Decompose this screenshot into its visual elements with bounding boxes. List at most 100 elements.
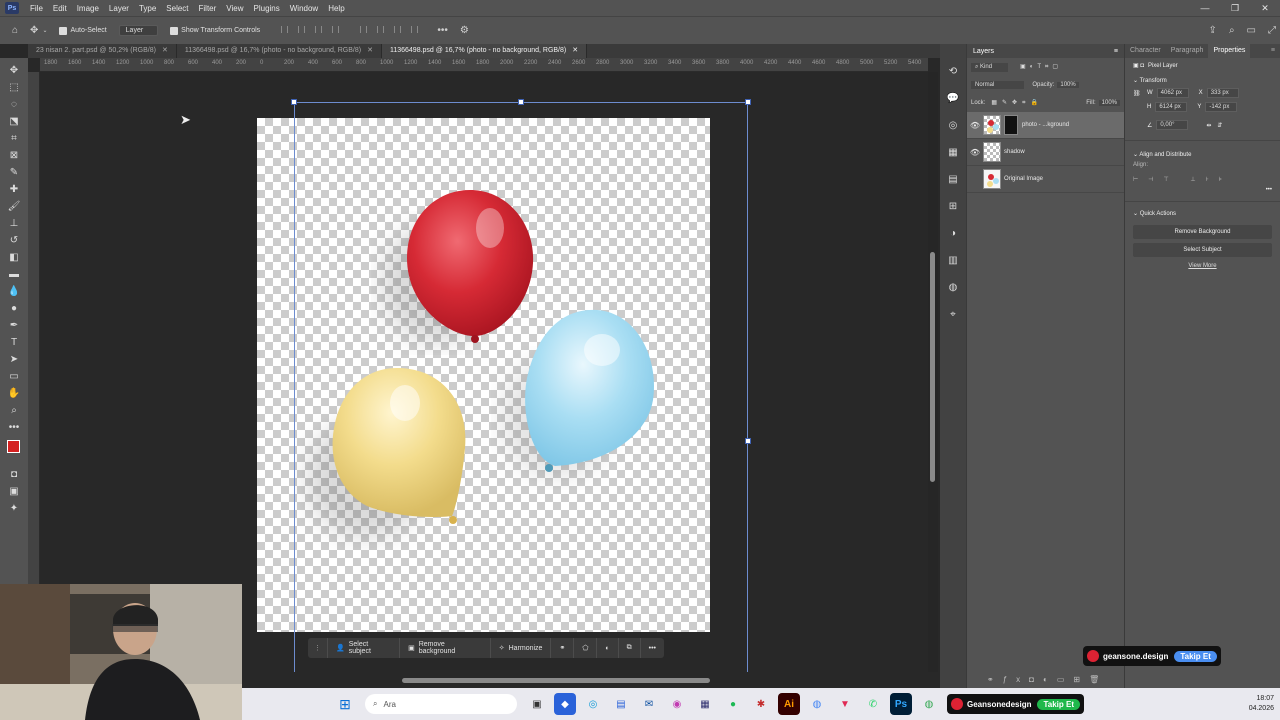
healing-brush-tool-icon[interactable]: ✚	[4, 181, 24, 198]
tab-paragraph[interactable]: Paragraph	[1166, 44, 1209, 58]
document-tab-1[interactable]: 23 nisan 2. part.psd @ 50,2% (RGB/8) ✕	[28, 44, 177, 58]
libraries-icon[interactable]: ▥	[943, 247, 963, 274]
layer-row[interactable]: Original Image	[967, 166, 1124, 193]
layer-row[interactable]: 👁 shadow	[967, 139, 1124, 166]
menu-filter[interactable]: Filter	[194, 4, 222, 13]
marquee-tool-icon[interactable]: ⬚	[4, 79, 24, 96]
transform-icon[interactable]: ⬠	[573, 638, 596, 658]
comments-icon[interactable]: 💬	[943, 85, 963, 112]
instagram-icon[interactable]: ◉	[666, 693, 688, 715]
taskbar-follow-button[interactable]: Takip Et	[1037, 698, 1080, 710]
store-app-icon[interactable]: ◆	[554, 693, 576, 715]
width-field[interactable]: 4062 px	[1156, 88, 1189, 98]
tab-properties[interactable]: Properties	[1208, 44, 1251, 58]
adjustments-icon[interactable]: ◑	[943, 220, 963, 247]
blend-mode-dropdown[interactable]: Normal	[971, 81, 1025, 89]
workspace-icon[interactable]: ▭	[1247, 25, 1256, 36]
select-subject-button[interactable]: Select Subject	[1133, 243, 1272, 257]
channels-icon[interactable]: ◍	[943, 274, 963, 301]
close-icon[interactable]: ✕	[572, 47, 578, 54]
illustrator-icon[interactable]: Ai	[778, 693, 800, 715]
transform-bounding-box[interactable]	[291, 99, 751, 672]
close-icon[interactable]: ✕	[162, 47, 168, 54]
transform-section-header[interactable]: ⌄ Transform	[1125, 73, 1280, 88]
move-tool-icon[interactable]: ✥	[4, 62, 24, 79]
menu-type[interactable]: Type	[134, 4, 161, 13]
generate-icon[interactable]: ✦	[4, 500, 24, 517]
menu-image[interactable]: Image	[72, 4, 104, 13]
gradients-icon[interactable]: ▤	[943, 166, 963, 193]
scrollbar-thumb[interactable]	[930, 252, 935, 482]
align-right-icon[interactable]	[315, 26, 323, 33]
frame-tool-icon[interactable]: ⊠	[4, 147, 24, 164]
align-left-icon[interactable]	[281, 26, 289, 33]
search-icon[interactable]: ⌕	[1229, 25, 1235, 36]
scrollbar-thumb[interactable]	[402, 678, 710, 683]
spotify-icon[interactable]: ●	[722, 693, 744, 715]
flip-icons[interactable]: ⇹⇵	[1206, 122, 1228, 129]
document-tab-3-active[interactable]: 11366498.psd @ 16,7% (photo - no backgro…	[381, 44, 588, 58]
opacity-field[interactable]: 100%	[1057, 82, 1079, 88]
history-icon[interactable]: ⟲	[943, 58, 963, 85]
blur-tool-icon[interactable]: 💧	[4, 283, 24, 300]
expand-icon[interactable]: ⤢	[1268, 25, 1276, 36]
taskbar-search[interactable]: ⌕ Ara	[365, 694, 517, 714]
link-icon[interactable]: ⛓	[1133, 90, 1143, 97]
rectangle-tool-icon[interactable]: ▭	[4, 368, 24, 385]
height-field[interactable]: 6124 px	[1155, 102, 1188, 112]
filter-kind-dropdown[interactable]: ⌕ Kind	[971, 62, 1009, 72]
align-middle-icon[interactable]	[377, 26, 385, 33]
eraser-tool-icon[interactable]: ◧	[4, 249, 24, 266]
lock-icons[interactable]: ▦✎✥⌗🔒	[991, 99, 1043, 107]
menu-view[interactable]: View	[221, 4, 248, 13]
tab-character[interactable]: Character	[1125, 44, 1166, 58]
canvas-workspace[interactable]: ➤ ⋮ 👤 Select subject ▣ Remove background ✧…	[40, 72, 928, 672]
filter-icons[interactable]: ▣◐T⌗▢	[1020, 63, 1062, 71]
move-tool-icon[interactable]: ✥	[30, 25, 38, 36]
windows-start-icon[interactable]: ⊞	[334, 693, 356, 715]
foreground-color-swatch[interactable]	[7, 440, 20, 453]
align-bottom-icon[interactable]	[394, 26, 402, 33]
y-field[interactable]: -142 px	[1205, 102, 1238, 112]
outlook-icon[interactable]: ✉	[638, 693, 660, 715]
layer-row[interactable]: 👁 photo - ...kground	[967, 112, 1124, 139]
auto-select-target-dropdown[interactable]: Layer	[118, 25, 159, 36]
pocket-icon[interactable]: ▼	[834, 693, 856, 715]
align-icons[interactable]: ⊢⊣⊤ ⊥⊦⊧	[1125, 172, 1280, 187]
drag-handle-icon[interactable]: ⋮	[308, 644, 327, 652]
transform-handle[interactable]	[518, 99, 524, 105]
crop-tool-icon[interactable]: ⌗	[4, 130, 24, 147]
fill-field[interactable]: 100%	[1098, 100, 1120, 106]
layers-panel-title[interactable]: Layers	[973, 48, 994, 55]
patterns-icon[interactable]: ⊞	[943, 193, 963, 220]
task-view-icon[interactable]: ▣	[526, 693, 548, 715]
pen-tool-icon[interactable]: ✒	[4, 317, 24, 334]
whatsapp-icon[interactable]: ✆	[862, 693, 884, 715]
chrome-icon[interactable]: ◍	[806, 693, 828, 715]
lasso-tool-icon[interactable]: ◌	[4, 96, 24, 113]
menu-select[interactable]: Select	[161, 4, 193, 13]
paths-icon[interactable]: ⌖	[943, 301, 963, 328]
layer-mask-thumbnail[interactable]	[1004, 115, 1018, 135]
dodge-tool-icon[interactable]: ●	[4, 300, 24, 317]
swatches-icon[interactable]: ▦	[943, 139, 963, 166]
eye-icon[interactable]: 👁	[967, 148, 983, 157]
close-icon[interactable]: ✕	[367, 47, 373, 54]
layers-footer-icons[interactable]: ⚭ƒx◘◐▭⊞🗑	[987, 675, 1108, 684]
hand-tool-icon[interactable]: ✋	[4, 385, 24, 402]
photoshop-taskbar-icon[interactable]: Ps	[890, 693, 912, 715]
adjust-icon[interactable]: ◐	[596, 638, 617, 658]
panel-menu-icon[interactable]: ≡	[1266, 44, 1280, 58]
app-red-icon[interactable]: ✱	[750, 693, 772, 715]
transform-handle[interactable]	[291, 99, 297, 105]
distribute-vertical-icon[interactable]	[411, 26, 419, 33]
more-button[interactable]: •••	[639, 638, 664, 658]
view-more-link[interactable]: View More	[1125, 263, 1280, 269]
type-tool-icon[interactable]: T	[4, 334, 24, 351]
layers-icon[interactable]: ⧉	[617, 638, 640, 658]
quick-mask-icon[interactable]: ◘	[4, 466, 24, 483]
zoom-tool-icon[interactable]: ⌕	[4, 402, 24, 419]
color-icon[interactable]: ◎	[943, 112, 963, 139]
edge-icon[interactable]: ◎	[582, 693, 604, 715]
angle-field[interactable]: 0,00°	[1156, 120, 1189, 130]
